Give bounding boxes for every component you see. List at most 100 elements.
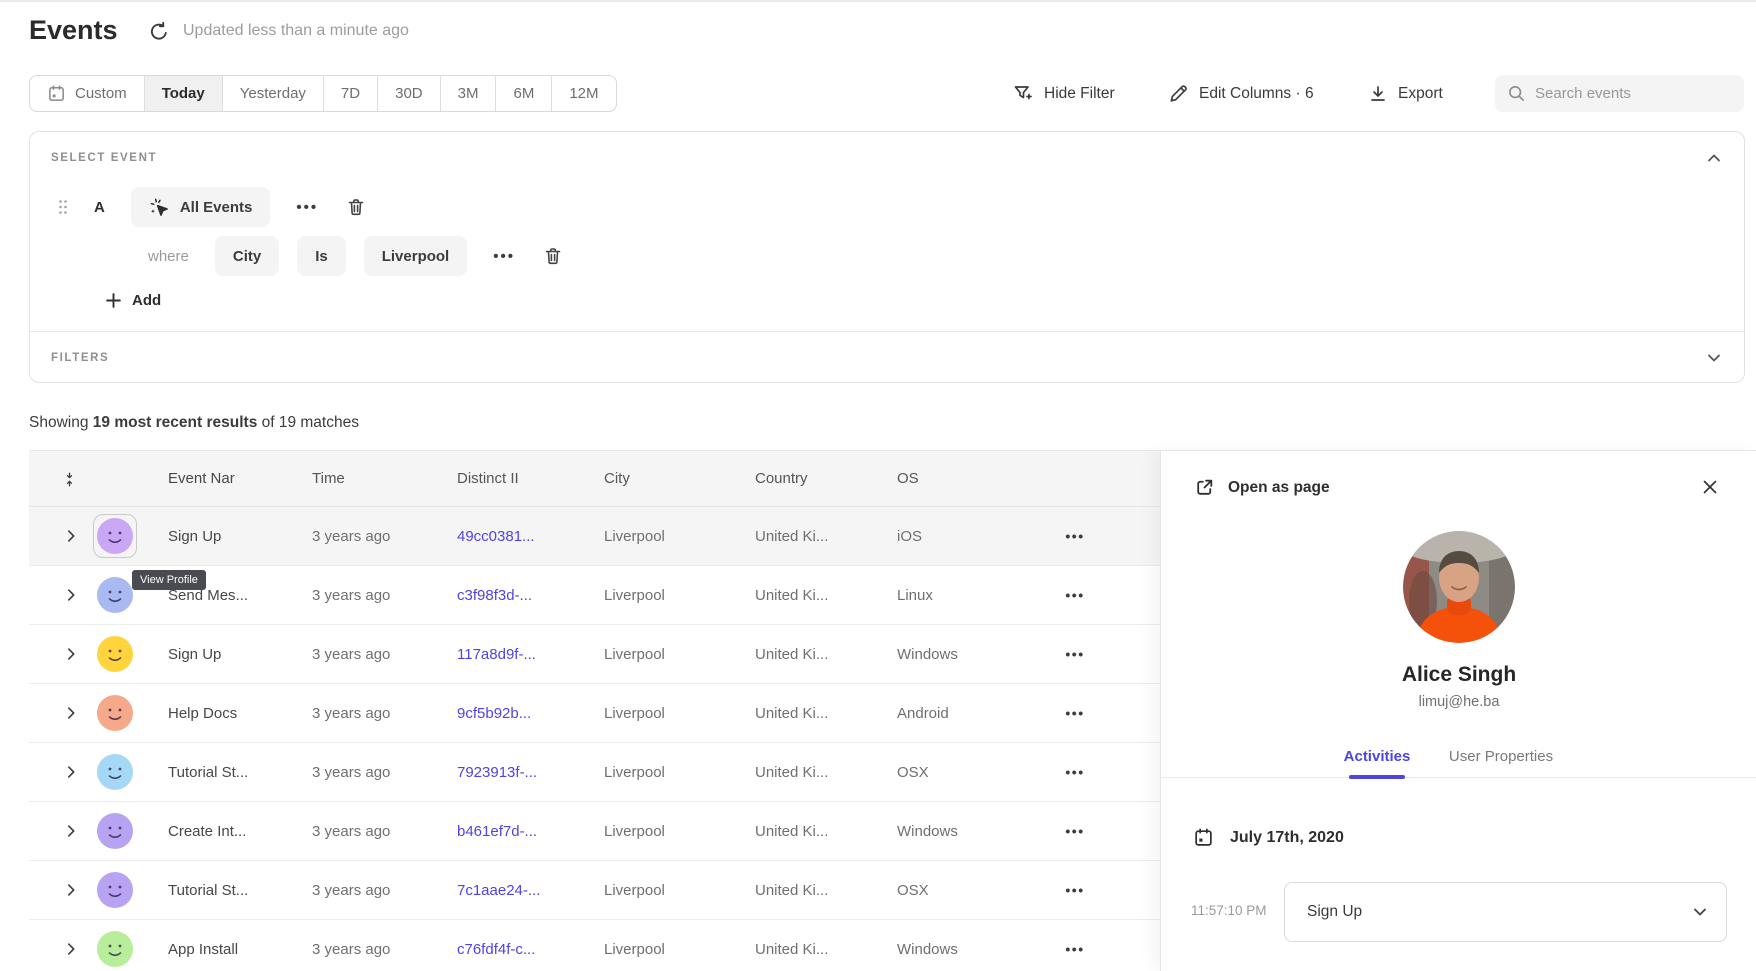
date-range-custom[interactable]: Custom bbox=[30, 76, 144, 111]
cell-distinct-id-link[interactable]: c3f98f3d-... bbox=[457, 566, 532, 625]
chevron-right-icon[interactable] bbox=[63, 528, 79, 544]
results-summary: Showing 19 most recent results of 19 mat… bbox=[29, 414, 359, 432]
avatar-face bbox=[97, 872, 133, 908]
chevron-right-icon[interactable] bbox=[63, 941, 79, 957]
user-avatar[interactable] bbox=[97, 518, 133, 554]
calendar-icon bbox=[1193, 827, 1214, 848]
row-actions-button[interactable]: ••• bbox=[1053, 566, 1097, 625]
column-header-os[interactable]: OS bbox=[897, 451, 919, 507]
add-condition-button[interactable]: Add bbox=[105, 292, 161, 309]
search-events-box[interactable] bbox=[1495, 75, 1744, 112]
top-divider bbox=[0, 0, 1756, 2]
drag-handle-icon[interactable] bbox=[58, 199, 68, 215]
event-row-letter: A bbox=[94, 199, 105, 216]
user-avatar[interactable] bbox=[97, 754, 133, 790]
query-builder-card: SELECT EVENT A All Events bbox=[29, 131, 1745, 383]
cell-os: OSX bbox=[897, 861, 929, 920]
row-actions-button[interactable]: ••• bbox=[1053, 920, 1097, 971]
cell-distinct-id-link[interactable]: b461ef7d-... bbox=[457, 802, 537, 861]
condition-more-button[interactable]: ••• bbox=[493, 248, 515, 265]
condition-operator-chip[interactable]: Is bbox=[297, 236, 346, 276]
activity-event-dropdown[interactable]: Sign Up bbox=[1284, 882, 1727, 942]
cell-os: Windows bbox=[897, 920, 958, 971]
user-avatar[interactable] bbox=[97, 577, 133, 613]
add-label: Add bbox=[132, 292, 161, 309]
activity-event-name: Sign Up bbox=[1307, 903, 1362, 921]
cell-distinct-id-link[interactable]: 7c1aae24-... bbox=[457, 861, 540, 920]
date-range-7d[interactable]: 7D bbox=[323, 76, 377, 111]
condition-property-chip[interactable]: City bbox=[215, 236, 279, 276]
chevron-right-icon[interactable] bbox=[63, 823, 79, 839]
cell-distinct-id-link[interactable]: 49cc0381... bbox=[457, 507, 535, 566]
column-header-event-name[interactable]: Event Nar bbox=[168, 451, 235, 507]
row-actions-button[interactable]: ••• bbox=[1053, 861, 1097, 920]
row-actions-button[interactable]: ••• bbox=[1053, 684, 1097, 743]
cell-event-name: App Install bbox=[168, 920, 238, 971]
date-range-12m[interactable]: 12M bbox=[551, 76, 615, 111]
refresh-icon bbox=[148, 21, 170, 43]
refresh-button[interactable] bbox=[148, 21, 170, 43]
collapse-rows-icon[interactable] bbox=[62, 472, 77, 487]
column-header-city[interactable]: City bbox=[604, 451, 630, 507]
search-events-input[interactable] bbox=[1535, 85, 1715, 102]
user-avatar[interactable] bbox=[97, 931, 133, 967]
date-range-6m[interactable]: 6M bbox=[495, 76, 551, 111]
view-profile-tooltip: View Profile bbox=[132, 570, 206, 590]
where-condition-row: where City Is Liverpool ••• bbox=[148, 236, 563, 276]
avatar-face bbox=[97, 695, 133, 731]
date-range-yesterday[interactable]: Yesterday bbox=[222, 76, 323, 111]
chevron-down-icon[interactable] bbox=[1706, 350, 1722, 366]
avatar-face bbox=[97, 813, 133, 849]
event-selector-chip[interactable]: All Events bbox=[131, 187, 271, 227]
row-actions-button[interactable]: ••• bbox=[1053, 802, 1097, 861]
cell-time: 3 years ago bbox=[312, 861, 390, 920]
chevron-right-icon[interactable] bbox=[63, 587, 79, 603]
tab-user-properties[interactable]: User Properties bbox=[1441, 748, 1561, 765]
chevron-right-icon[interactable] bbox=[63, 646, 79, 662]
chevron-right-icon[interactable] bbox=[63, 705, 79, 721]
export-button[interactable]: Export bbox=[1368, 75, 1443, 112]
date-range-3m[interactable]: 3M bbox=[440, 76, 496, 111]
card-divider bbox=[30, 331, 1744, 332]
column-header-country[interactable]: Country bbox=[755, 451, 808, 507]
open-as-page-button[interactable]: Open as page bbox=[1194, 477, 1330, 498]
cell-distinct-id-link[interactable]: c76fdf4f-c... bbox=[457, 920, 535, 971]
hide-filter-button[interactable]: Hide Filter bbox=[1012, 75, 1115, 112]
activity-event-time: 11:57:10 PM bbox=[1191, 903, 1267, 918]
row-actions-button[interactable]: ••• bbox=[1053, 507, 1097, 566]
chevron-right-icon[interactable] bbox=[63, 882, 79, 898]
date-range-30d[interactable]: 30D bbox=[377, 76, 440, 111]
column-header-time[interactable]: Time bbox=[312, 451, 345, 507]
cell-distinct-id-link[interactable]: 7923913f-... bbox=[457, 743, 537, 802]
cell-event-name: Tutorial St... bbox=[168, 861, 248, 920]
user-avatar[interactable] bbox=[97, 813, 133, 849]
pencil-icon bbox=[1168, 83, 1189, 104]
cell-distinct-id-link[interactable]: 9cf5b92b... bbox=[457, 684, 531, 743]
trash-icon[interactable] bbox=[346, 197, 366, 217]
cell-city: Liverpool bbox=[604, 566, 665, 625]
cell-event-name: Help Docs bbox=[168, 684, 237, 743]
row-actions-button[interactable]: ••• bbox=[1053, 625, 1097, 684]
edit-columns-button[interactable]: Edit Columns · 6 bbox=[1168, 75, 1314, 112]
plus-icon bbox=[105, 292, 122, 309]
cell-country: United Ki... bbox=[755, 920, 828, 971]
cell-city: Liverpool bbox=[604, 684, 665, 743]
download-icon bbox=[1368, 84, 1388, 104]
avatar-face bbox=[97, 577, 133, 613]
chevron-up-icon[interactable] bbox=[1706, 150, 1722, 166]
column-header-distinct-id[interactable]: Distinct II bbox=[457, 451, 519, 507]
chevron-right-icon[interactable] bbox=[63, 764, 79, 780]
user-avatar[interactable] bbox=[97, 695, 133, 731]
close-icon[interactable] bbox=[1701, 478, 1719, 496]
trash-icon[interactable] bbox=[543, 246, 563, 266]
tab-activities[interactable]: Activities bbox=[1341, 748, 1413, 765]
condition-value-chip[interactable]: Liverpool bbox=[364, 236, 468, 276]
cell-event-name: Sign Up bbox=[168, 507, 221, 566]
cell-distinct-id-link[interactable]: 117a8d9f-... bbox=[457, 625, 536, 684]
avatar-face bbox=[97, 754, 133, 790]
user-avatar[interactable] bbox=[97, 636, 133, 672]
date-range-today[interactable]: Today bbox=[144, 76, 222, 111]
event-row-more-button[interactable]: ••• bbox=[296, 199, 318, 216]
user-avatar[interactable] bbox=[97, 872, 133, 908]
row-actions-button[interactable]: ••• bbox=[1053, 743, 1097, 802]
